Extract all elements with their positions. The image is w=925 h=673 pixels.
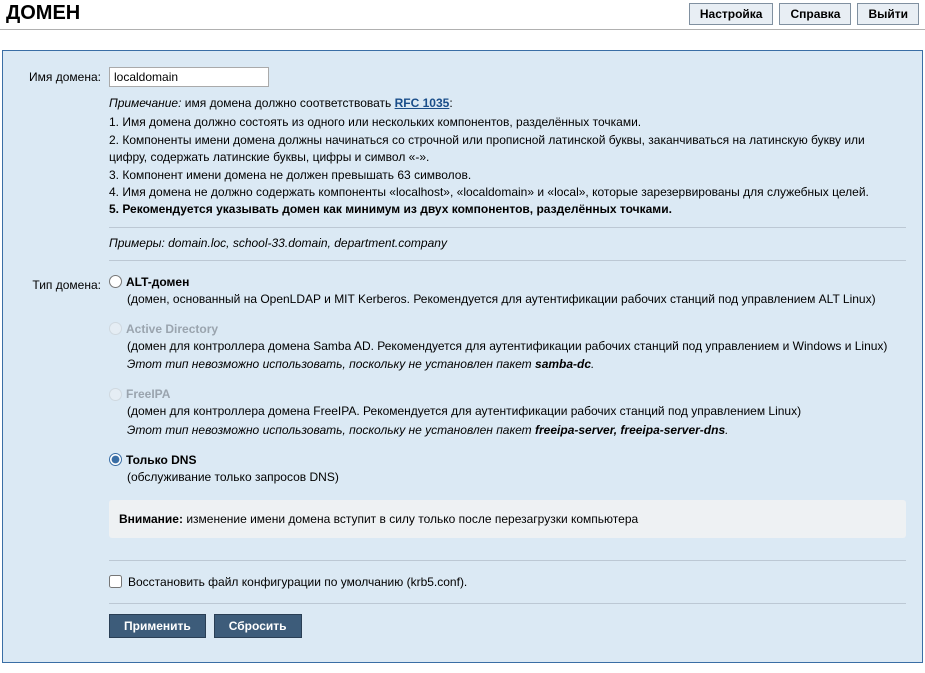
rule-4: 4. Имя домена не должно содержать компон… [109, 184, 906, 201]
note-text: имя домена должно соответствовать [181, 96, 394, 110]
attention-label: Внимание: [119, 512, 183, 526]
restore-row: Восстановить файл конфигурации по умолча… [109, 575, 906, 589]
page-header: ДОМЕН Настройка Справка Выйти [0, 0, 925, 30]
domain-name-row: Имя домена: Примечание: имя домена должн… [19, 67, 906, 261]
settings-button[interactable]: Настройка [689, 3, 774, 25]
domain-type-row: Тип домена: ALT-домен (домен, основанный… [19, 275, 906, 638]
radio-ad-label: Active Directory [126, 322, 218, 336]
domain-type-label: Тип домена: [19, 275, 109, 292]
divider [109, 560, 906, 561]
rule-1: 1. Имя домена должно состоять из одного … [109, 114, 906, 131]
logout-button[interactable]: Выйти [857, 3, 919, 25]
radio-dns-block: Только DNS (обслуживание только запросов… [109, 453, 906, 486]
reset-button[interactable]: Сбросить [214, 614, 302, 638]
radio-ipa-warn: Этот тип невозможно использовать, поскол… [127, 422, 906, 439]
restore-checkbox[interactable] [109, 575, 122, 588]
radio-ad-block: Active Directory (домен для контроллера … [109, 322, 906, 374]
examples-prefix: Примеры: [109, 236, 168, 250]
restore-label[interactable]: Восстановить файл конфигурации по умолча… [128, 575, 467, 589]
apply-button[interactable]: Применить [109, 614, 206, 638]
radio-alt[interactable] [109, 275, 122, 288]
examples: Примеры: domain.loc, school-33.domain, d… [109, 227, 906, 261]
page-title: ДОМЕН [6, 2, 80, 25]
radio-ipa-block: FreeIPA (домен для контроллера домена Fr… [109, 387, 906, 439]
radio-dns-label[interactable]: Только DNS [126, 453, 196, 467]
radio-alt-block: ALT-домен (домен, основанный на OpenLDAP… [109, 275, 906, 308]
radio-alt-desc: (домен, основанный на OpenLDAP и MIT Ker… [127, 291, 906, 308]
domain-note: Примечание: имя домена должно соответств… [109, 95, 906, 112]
rule-5: 5. Рекомендуется указывать домен как мин… [109, 201, 906, 218]
rules-list: 1. Имя домена должно состоять из одного … [109, 114, 906, 218]
rule-2: 2. Компоненты имени домена должны начина… [109, 132, 906, 167]
radio-ipa [109, 388, 122, 401]
note-prefix: Примечание: [109, 96, 181, 110]
domain-name-label: Имя домена: [19, 67, 109, 84]
attention-box: Внимание: изменение имени домена вступит… [109, 500, 906, 538]
radio-ad [109, 322, 122, 335]
help-button[interactable]: Справка [779, 3, 851, 25]
rfc-link[interactable]: RFC 1035 [395, 96, 450, 110]
header-buttons: Настройка Справка Выйти [689, 3, 919, 25]
radio-dns-desc: (обслуживание только запросов DNS) [127, 469, 906, 486]
attention-text: изменение имени домена вступит в силу то… [183, 512, 638, 526]
radio-ad-desc: (домен для контроллера домена Samba AD. … [127, 338, 906, 355]
domain-panel: Имя домена: Примечание: имя домена должн… [2, 50, 923, 663]
radio-ipa-desc: (домен для контроллера домена FreeIPA. Р… [127, 403, 906, 420]
examples-text: domain.loc, school-33.domain, department… [168, 236, 447, 250]
radio-alt-label[interactable]: ALT-домен [126, 275, 189, 289]
radio-ad-warn: Этот тип невозможно использовать, поскол… [127, 356, 906, 373]
note-suffix: : [449, 96, 452, 110]
radio-ipa-label: FreeIPA [126, 387, 170, 401]
rule-3: 3. Компонент имени домена не должен прев… [109, 167, 906, 184]
radio-dns[interactable] [109, 453, 122, 466]
action-buttons: Применить Сбросить [109, 603, 906, 638]
domain-name-input[interactable] [109, 67, 269, 87]
